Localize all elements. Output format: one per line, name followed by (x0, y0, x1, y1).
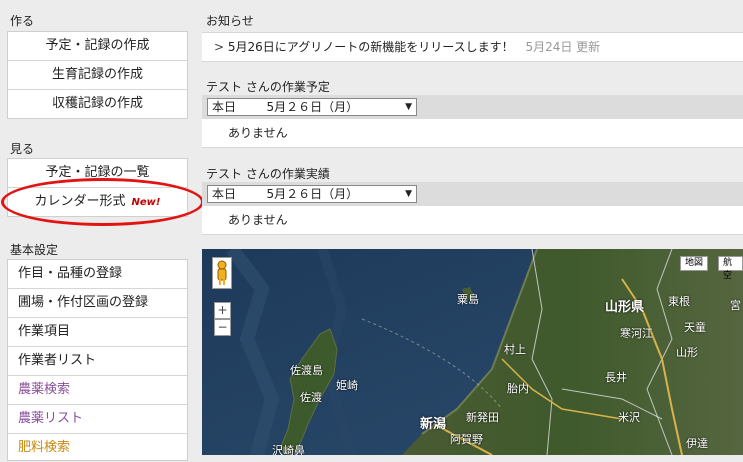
place-label: 新発田 (466, 411, 499, 424)
record-select-bar: 本日 5月２６日（月） ▼ (202, 182, 743, 206)
record-empty-text: ありません (228, 213, 288, 227)
menu-create-harvest-record[interactable]: 収穫記録の作成 (8, 90, 187, 118)
place-label: 寒河江 (620, 327, 653, 340)
place-label: 伊達 (686, 437, 708, 450)
menu-create-growth-record[interactable]: 生育記録の作成 (8, 61, 187, 90)
notice-label: お知らせ (206, 14, 254, 28)
place-label: 新潟 (420, 417, 447, 432)
chevron-right-icon: > (214, 40, 225, 54)
place-label: 米沢 (618, 411, 640, 424)
create-menu: 予定・記録の作成 生育記録の作成 収穫記録の作成 (7, 31, 188, 119)
dropdown-arrow-icon: ▼ (405, 189, 412, 199)
record-empty-row: ありません (202, 206, 743, 235)
menu-pesticide-search[interactable]: 農薬検索 (8, 376, 187, 405)
menu-worker-list[interactable]: 作業者リスト (8, 347, 187, 376)
menu-calendar-view[interactable]: カレンダー形式 New! (8, 188, 187, 216)
place-label: 胎内 (507, 382, 529, 395)
map-type-satellite-button[interactable]: 航空 (718, 256, 743, 281)
place-label: 天童 (684, 321, 706, 334)
street-view-pegman-icon[interactable] (212, 257, 232, 289)
plan-date-select[interactable]: 本日 5月２６日（月） ▼ (207, 98, 417, 116)
place-label: 長井 (605, 371, 627, 384)
place-label: 粟島 (457, 293, 479, 306)
calendar-view-label: カレンダー形式 (34, 194, 126, 209)
map-type-map-button[interactable]: 地図 (680, 256, 709, 271)
view-section-label: 見る (10, 142, 35, 156)
plan-select-bar: 本日 5月２６日（月） ▼ (202, 95, 743, 119)
menu-schedule-record-list[interactable]: 予定・記録の一覧 (8, 159, 187, 188)
place-label: 村上 (504, 343, 526, 356)
place-label: 沢崎鼻 (272, 444, 305, 455)
place-label: 姫崎 (336, 379, 358, 392)
menu-fertilizer-search[interactable]: 肥料検索 (8, 434, 187, 462)
menu-field-plot-registration[interactable]: 圃場・作付区画の登録 (8, 289, 187, 318)
satellite-map[interactable]: + − 地図 航空 粟島 山形県 東根 寒河江 天童 山形 村上 佐渡島 姫崎 … (202, 249, 743, 455)
record-date-select[interactable]: 本日 5月２６日（月） ▼ (207, 185, 417, 203)
dropdown-arrow-icon: ▼ (405, 102, 412, 112)
plan-select-value: 本日 5月２６日（月） (212, 100, 359, 114)
zoom-out-button[interactable]: − (214, 319, 231, 336)
plan-empty-text: ありません (228, 126, 288, 140)
create-section-label: 作る (10, 14, 35, 28)
view-menu: 予定・記録の一覧 カレンダー形式 New! (7, 158, 188, 217)
record-select-value: 本日 5月２６日（月） (212, 187, 359, 201)
settings-menu: 作目・品種の登録 圃場・作付区画の登録 作業項目 作業者リスト 農薬検索 農薬リ… (7, 259, 188, 461)
menu-crop-variety-registration[interactable]: 作目・品種の登録 (8, 260, 187, 289)
record-label: テスト さんの作業実績 (206, 167, 330, 181)
place-label: 阿賀野 (450, 433, 483, 446)
place-label: 佐渡 (300, 391, 322, 404)
place-label: 山形 (676, 346, 698, 359)
place-label: 宮 (730, 299, 741, 312)
place-label: 東根 (668, 295, 690, 308)
settings-section-label: 基本設定 (10, 243, 59, 257)
place-label: 佐渡島 (290, 364, 323, 377)
menu-work-items[interactable]: 作業項目 (8, 318, 187, 347)
plan-empty-row: ありません (202, 119, 743, 148)
zoom-in-button[interactable]: + (214, 302, 231, 319)
plan-label: テスト さんの作業予定 (206, 80, 330, 94)
notice-date: 5月24日 更新 (525, 40, 601, 54)
menu-pesticide-list[interactable]: 農薬リスト (8, 405, 187, 434)
new-badge: New! (131, 197, 161, 208)
place-label: 山形県 (605, 300, 645, 315)
notice-item[interactable]: > 5月26日にアグリノートの新機能をリリースします！ 5月24日 更新 (202, 32, 743, 62)
notice-text[interactable]: 5月26日にアグリノートの新機能をリリースします！ (228, 40, 514, 54)
menu-create-schedule-record[interactable]: 予定・記録の作成 (8, 32, 187, 61)
